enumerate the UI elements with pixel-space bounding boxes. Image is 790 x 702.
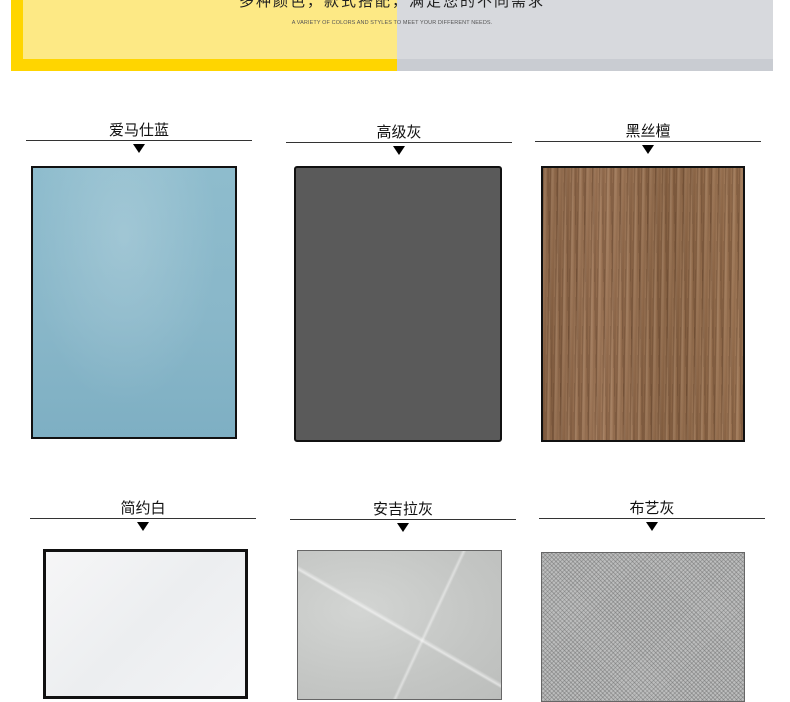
down-triangle-icon: [642, 145, 654, 154]
banner-subtitle: A VARIETY OF COLORS AND STYLES TO MEET Y…: [291, 20, 493, 26]
swatch-divider: [26, 140, 252, 141]
swatch-panel-premium-grey: [294, 166, 502, 442]
swatch-fabric-grey: 布艺灰: [539, 498, 765, 531]
swatch-premium-grey: 高级灰: [286, 122, 512, 155]
swatch-divider: [30, 518, 256, 519]
swatch-panel-angela-grey: [297, 550, 502, 700]
swatch-label: 安吉拉灰: [372, 500, 433, 518]
swatch-divider: [539, 518, 765, 519]
swatch-label: 高级灰: [376, 123, 422, 141]
swatch-angela-grey: 安吉拉灰: [290, 499, 516, 532]
down-triangle-icon: [397, 523, 409, 532]
down-triangle-icon: [393, 146, 405, 155]
swatch-divider: [290, 519, 516, 520]
swatch-divider: [286, 142, 512, 143]
swatch-label: 爱马仕蓝: [108, 121, 169, 139]
swatch-label: 简约白: [120, 499, 166, 517]
down-triangle-icon: [137, 522, 149, 531]
swatch-simple-white: 简约白: [30, 498, 256, 531]
swatch-label: 布艺灰: [629, 499, 675, 517]
swatch-black-sandalwood: 黑丝檀: [535, 121, 761, 154]
swatch-hermes-blue: 爱马仕蓝: [26, 120, 252, 153]
swatch-panel-hermes-blue: [31, 166, 237, 439]
swatch-panel-simple-white: [43, 549, 248, 699]
swatch-panel-fabric-grey: [541, 552, 745, 702]
top-banner: 多种颜色，款式搭配，满足您的不同需求 A VARIETY OF COLORS A…: [11, 0, 773, 71]
swatch-panel-black-sandalwood: [541, 166, 745, 442]
swatch-divider: [535, 141, 761, 142]
down-triangle-icon: [646, 522, 658, 531]
swatch-label: 黑丝檀: [625, 122, 671, 140]
down-triangle-icon: [133, 144, 145, 153]
banner-headline: 多种颜色，款式搭配，满足您的不同需求: [238, 0, 545, 10]
